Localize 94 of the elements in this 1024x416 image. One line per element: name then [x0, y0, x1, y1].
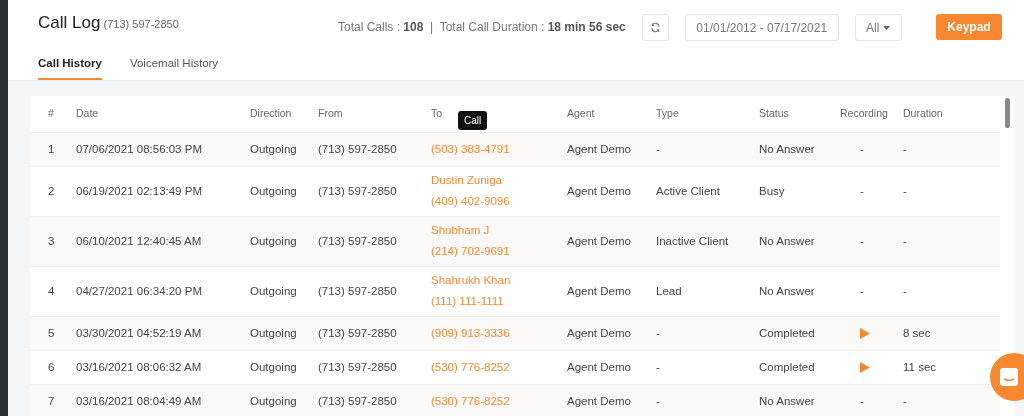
- column-header: Type: [656, 107, 679, 120]
- table-cell: Agent Demo: [567, 394, 631, 407]
- table-cell: -: [903, 284, 907, 297]
- table-cell: Lead: [656, 284, 682, 297]
- table-cell: No Answer: [759, 394, 815, 407]
- table-cell: -: [860, 234, 864, 247]
- table-cell: 03/16/2021 08:06:32 AM: [76, 360, 202, 373]
- table-cell: (713) 597-2850: [318, 360, 397, 373]
- table-cell: Outgoing: [250, 184, 297, 197]
- chat-icon: [998, 366, 1020, 388]
- tooltip: Call: [458, 110, 488, 130]
- table-cell: 03/30/2021 04:52:19 AM: [76, 326, 202, 339]
- column-header: Duration: [903, 107, 943, 120]
- table-cell: 3: [48, 234, 55, 247]
- date-range-field[interactable]: 01/01/2012 - 07/17/2021: [684, 14, 839, 41]
- page-title: Call Log: [38, 13, 101, 32]
- table-cell: 04/27/2021 06:34:20 PM: [76, 284, 202, 297]
- phone-link[interactable]: (111) 111-1111: [431, 293, 504, 311]
- phone-link[interactable]: (530) 776-8252: [431, 358, 510, 376]
- tab[interactable]: Call History: [38, 49, 102, 81]
- table-cell: -: [860, 142, 864, 155]
- tab[interactable]: Voicemail History: [129, 49, 219, 81]
- table-cell: -: [860, 284, 864, 297]
- table-cell: -: [860, 184, 864, 197]
- play-icon[interactable]: [860, 328, 870, 340]
- table-cell: (713) 597-2850: [318, 234, 397, 247]
- table-cell: 7: [48, 394, 55, 407]
- table-cell: -: [903, 142, 907, 155]
- table-cell: 5: [48, 326, 55, 339]
- table-cell: No Answer: [759, 284, 815, 297]
- table-cell: Outgoing: [250, 360, 297, 373]
- table-cell: 2: [48, 184, 55, 197]
- column-header: To: [431, 107, 443, 120]
- refresh-icon: [649, 22, 661, 33]
- play-icon[interactable]: [860, 362, 870, 374]
- keypad-button[interactable]: Keypad: [936, 14, 1002, 40]
- table-cell: Outgoing: [250, 326, 297, 339]
- table-cell: 8 sec: [903, 326, 931, 339]
- table-cell: -: [903, 394, 907, 407]
- table-cell: -: [656, 142, 660, 155]
- table-cell: -: [656, 326, 660, 339]
- table-cell: Busy: [759, 184, 785, 197]
- table-cell: 06/19/2021 02:13:49 PM: [76, 184, 202, 197]
- column-header: From: [318, 107, 343, 120]
- phone-link[interactable]: (214) 702-9691: [431, 243, 510, 261]
- column-header: Recording: [840, 107, 888, 120]
- column-header: Direction: [250, 107, 292, 120]
- table-cell: (713) 597-2850: [318, 284, 397, 297]
- table-cell: Outgoing: [250, 142, 297, 155]
- table-cell: 4: [48, 284, 55, 297]
- table-cell: -: [903, 234, 907, 247]
- table-cell: 1: [48, 142, 55, 155]
- phone-number: (713) 597-2850: [103, 18, 179, 30]
- table-cell: Agent Demo: [567, 184, 631, 197]
- table-cell: -: [656, 360, 660, 373]
- caret-icon: [883, 25, 891, 30]
- table-cell: 6: [48, 360, 55, 373]
- table-cell: (713) 597-2850: [318, 142, 397, 155]
- table-cell: 06/10/2021 12:40:45 AM: [76, 234, 202, 247]
- table-cell: Agent Demo: [567, 360, 631, 373]
- table-cell: Active Client: [656, 184, 720, 197]
- table-cell: Outgoing: [250, 284, 297, 297]
- table-cell: -: [860, 394, 864, 407]
- scrollbar[interactable]: [1005, 98, 1010, 129]
- table-cell: Agent Demo: [567, 142, 631, 155]
- table-cell: Completed: [759, 326, 815, 339]
- table-cell: 03/16/2021 08:04:49 AM: [76, 394, 202, 407]
- contact-name[interactable]: Shahrukh Khan: [431, 272, 567, 290]
- table-cell: No Answer: [759, 142, 815, 155]
- table-cell: -: [903, 184, 907, 197]
- phone-link[interactable]: (409) 402-9096: [431, 193, 510, 211]
- table-cell: Outgoing: [250, 394, 297, 407]
- table-cell: (713) 597-2850: [318, 394, 397, 407]
- table-cell: Outgoing: [250, 234, 297, 247]
- call-stats: Total Calls : 108 | Total Call Duration : 18 min 56 sec: [338, 19, 626, 36]
- contact-name[interactable]: Dustin Zuniga: [431, 172, 567, 190]
- contact-name[interactable]: Shubham J: [431, 222, 567, 240]
- table-cell: 11 sec: [903, 360, 937, 373]
- table-cell: Agent Demo: [567, 326, 631, 339]
- column-header: Agent: [567, 107, 595, 120]
- table-cell: (713) 597-2850: [318, 326, 397, 339]
- table-cell: Completed: [759, 360, 815, 373]
- table-cell: 07/06/2021 08:56:03 PM: [76, 142, 202, 155]
- column-header: Status: [759, 107, 789, 120]
- column-header: #: [48, 107, 54, 120]
- column-header: Date: [76, 107, 99, 120]
- refresh-button[interactable]: [641, 14, 669, 41]
- table-cell: Inactive Client: [656, 234, 729, 247]
- table-cell: Agent Demo: [567, 284, 631, 297]
- table-cell: (713) 597-2850: [318, 184, 397, 197]
- table-cell: No Answer: [759, 234, 815, 247]
- filter-dropdown[interactable]: All: [854, 14, 902, 41]
- table-cell: Agent Demo: [567, 234, 631, 247]
- table-cell: -: [656, 394, 660, 407]
